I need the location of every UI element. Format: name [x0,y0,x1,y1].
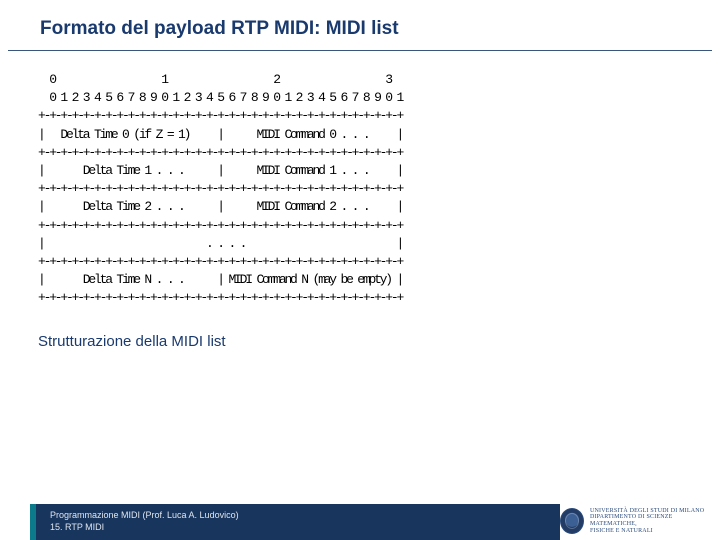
university-logo: Università degli Studi di Milano Diparti… [560,506,710,536]
logo-text-line2: Dipartimento di Scienze Matematiche, [590,514,710,527]
slide-subtitle: Strutturazione della MIDI list [0,307,720,350]
logo-text: Università degli Studi di Milano Diparti… [590,508,710,534]
midi-list-diagram: 0 1 2 3 0 1 2 3 4 5 6 7 8 9 0 1 2 3 4 5 … [38,71,682,307]
footer-line-topic: 15. RTP MIDI [50,521,560,533]
slide-title: Formato del payload RTP MIDI: MIDI list [0,0,720,50]
footer-line-course: Programmazione MIDI (Prof. Luca A. Ludov… [50,509,560,521]
slide-footer: Programmazione MIDI (Prof. Luca A. Ludov… [0,504,720,540]
logo-crest-icon [560,508,584,534]
diagram-container: 0 1 2 3 0 1 2 3 4 5 6 7 8 9 0 1 2 3 4 5 … [0,51,720,307]
logo-text-line3: Fisiche e Naturali [590,528,710,535]
footer-info: Programmazione MIDI (Prof. Luca A. Ludov… [36,504,560,540]
logo-text-line1: Università degli Studi di Milano [590,508,710,515]
